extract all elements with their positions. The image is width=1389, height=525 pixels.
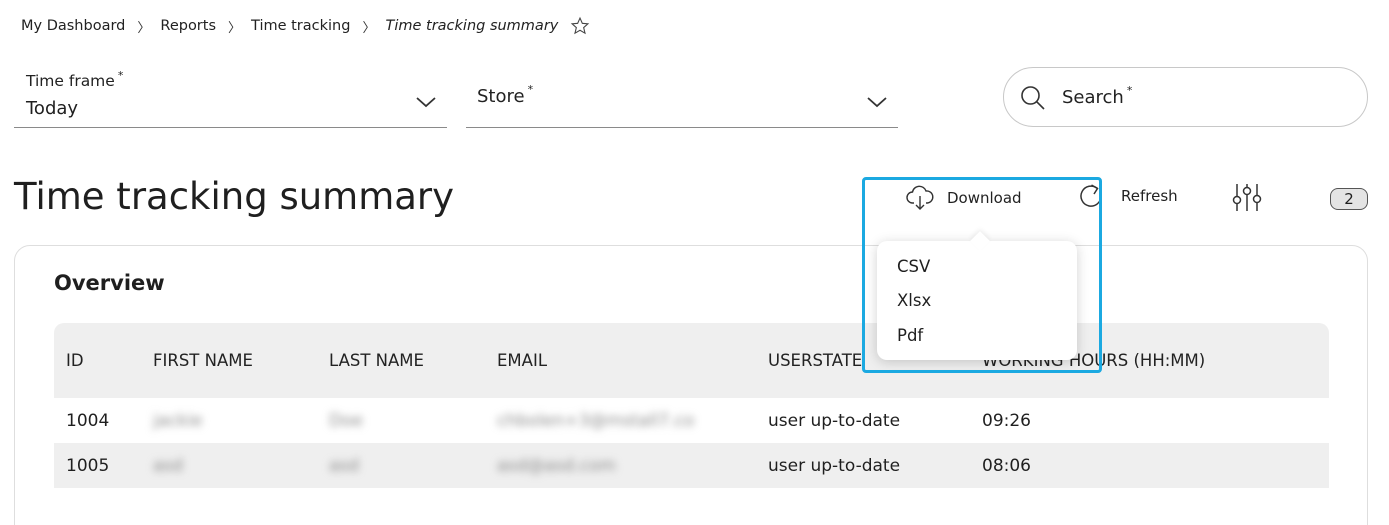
table-row[interactable]: 1005 asd asd asd@asd.com user up-to-date… [54, 443, 1329, 488]
search-placeholder: Search * [1062, 84, 1133, 108]
breadcrumb-my-dashboard[interactable]: My Dashboard [21, 18, 125, 34]
breadcrumb-separator: 〉 [228, 20, 242, 36]
store-label: Store * [477, 83, 534, 107]
breadcrumb-reports[interactable]: Reports [160, 18, 216, 34]
cell-working-hours: 09:26 [982, 411, 1031, 431]
breadcrumb-separator: 〉 [362, 20, 376, 36]
download-option-pdf[interactable]: Pdf [897, 326, 923, 345]
breadcrumb-current: Time tracking summary [385, 18, 559, 34]
cell-id: 1004 [66, 411, 110, 431]
time-frame-select[interactable]: Time frame * Today [14, 66, 447, 128]
star-icon[interactable] [570, 16, 590, 36]
download-button[interactable]: Download [905, 183, 1022, 213]
cell-email: asd@asd.com [497, 456, 616, 476]
download-label: Download [947, 189, 1022, 207]
chevron-down-icon [867, 97, 887, 108]
overview-card: Overview ID FIRST NAME LAST NAME EMAIL U… [14, 245, 1368, 525]
download-menu: CSV Xlsx Pdf [877, 241, 1077, 360]
search-input[interactable]: Search * [1003, 67, 1368, 127]
cell-working-hours: 08:06 [982, 456, 1031, 476]
refresh-label: Refresh [1121, 187, 1178, 205]
column-header-first-name[interactable]: FIRST NAME [153, 351, 253, 370]
cell-first-name: jackie [153, 411, 203, 431]
overview-table: ID FIRST NAME LAST NAME EMAIL USERSTATE … [54, 323, 1329, 488]
time-frame-value: Today [26, 98, 79, 119]
cell-first-name: asd [153, 456, 184, 476]
column-header-email[interactable]: EMAIL [497, 351, 547, 370]
overview-title: Overview [54, 271, 165, 295]
breadcrumb-time-tracking[interactable]: Time tracking [251, 18, 350, 34]
cell-id: 1005 [66, 456, 110, 476]
breadcrumb: My Dashboard 〉 Reports 〉 Time tracking 〉… [21, 15, 590, 37]
cell-email: chbolen+3@mstall7.co [497, 411, 695, 431]
column-header-id[interactable]: ID [66, 351, 84, 370]
cell-last-name: Doe [329, 411, 363, 431]
table-row[interactable]: 1004 jackie Doe chbolen+3@mstall7.co use… [54, 398, 1329, 443]
sliders-icon[interactable] [1231, 181, 1263, 213]
refresh-button[interactable]: Refresh [1077, 182, 1178, 210]
refresh-icon [1080, 184, 1102, 207]
page-title: Time tracking summary [14, 175, 455, 218]
table-header: ID FIRST NAME LAST NAME EMAIL USERSTATE … [54, 323, 1329, 398]
breadcrumb-separator: 〉 [137, 20, 151, 36]
download-option-csv[interactable]: CSV [897, 257, 930, 276]
cell-userstate: user up-to-date [768, 456, 901, 476]
cloud-download-icon [906, 185, 934, 210]
cell-last-name: asd [329, 456, 360, 476]
cell-userstate: user up-to-date [768, 411, 901, 431]
chevron-down-icon [416, 97, 436, 108]
search-icon [1021, 86, 1045, 110]
time-frame-label: Time frame * [26, 69, 124, 90]
filter-count-badge[interactable]: 2 [1330, 188, 1368, 210]
column-header-userstate[interactable]: USERSTATE [768, 351, 862, 370]
column-header-last-name[interactable]: LAST NAME [329, 351, 424, 370]
download-option-xlsx[interactable]: Xlsx [897, 291, 931, 310]
store-select[interactable]: Store * [466, 66, 898, 128]
